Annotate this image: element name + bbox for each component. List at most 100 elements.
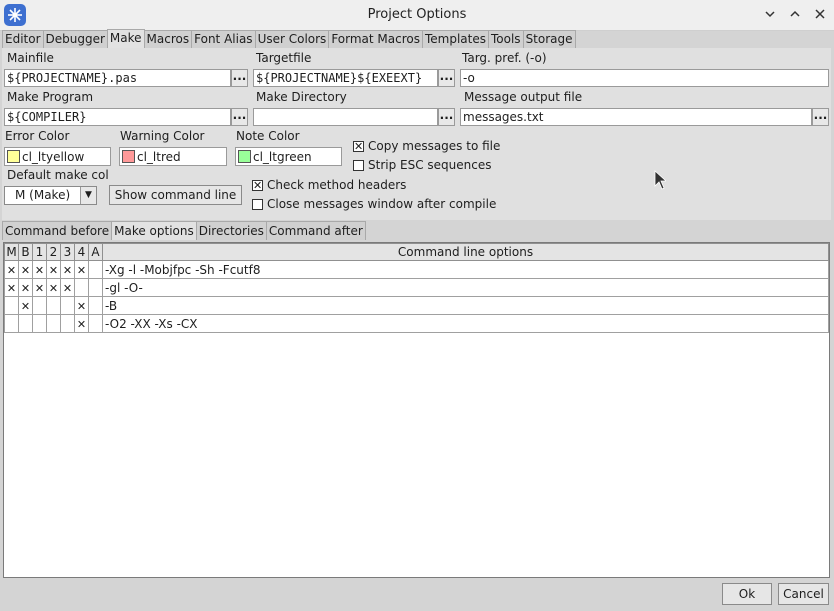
table-row[interactable]: ✕ ✕ ✕ ✕ ✕ ✕ -Xg -l -Mobjfpc -Sh -Fcutf8 [4,260,829,279]
flag-cell[interactable]: ✕ [60,278,75,297]
targetfile-field[interactable]: ${PROJECTNAME}${EXEEXT} [253,69,438,87]
tab-tools[interactable]: Tools [488,30,524,48]
checkbox-unchecked-icon [353,159,364,171]
column-header-command-line-options[interactable]: Command line options [102,243,829,261]
flag-cell[interactable]: ✕ [32,278,47,297]
flag-cell[interactable]: ✕ [60,260,75,279]
close-messages-checkbox[interactable]: Close messages window after compile [252,197,496,211]
command-options-cell[interactable]: -Xg -l -Mobjfpc -Sh -Fcutf8 [102,260,829,279]
copy-messages-checkbox[interactable]: ✕ Copy messages to file [353,139,500,153]
flag-cell[interactable]: ✕ [4,278,19,297]
flag-cell[interactable]: ✕ [18,296,33,315]
main-tabs: Editor Debugger Make Macros Font Alias U… [2,29,576,49]
column-header-b[interactable]: B [18,243,33,261]
flag-cell[interactable]: ✕ [46,278,61,297]
command-options-cell[interactable]: -O2 -XX -Xs -CX [102,314,829,333]
checkbox-unchecked-icon [252,198,263,210]
column-header-1[interactable]: 1 [32,243,47,261]
flag-cell[interactable]: ✕ [74,296,89,315]
warning-color-swatch [122,150,135,163]
flag-cell[interactable] [46,314,61,333]
cancel-button[interactable]: Cancel [778,583,829,605]
tab-storage[interactable]: Storage [522,30,576,48]
targ-pref-field[interactable]: -o [460,69,829,87]
flag-cell[interactable] [4,296,19,315]
flag-cell[interactable] [88,260,103,279]
maximize-icon[interactable] [785,5,805,25]
default-make-label: Default make col [7,168,109,182]
mainfile-field[interactable]: ${PROJECTNAME}.pas [4,69,231,87]
tab-format-macros[interactable]: Format Macros [328,30,423,48]
flag-cell[interactable] [4,314,19,333]
command-options-cell[interactable]: -B [102,296,829,315]
flag-cell[interactable] [32,296,47,315]
command-options-cell[interactable]: -gl -O- [102,278,829,297]
tab-macros[interactable]: Macros [143,30,193,48]
flag-mark: ✕ [20,299,31,313]
mainfile-browse-button[interactable]: ... [231,69,248,87]
column-header-3[interactable]: 3 [60,243,75,261]
ok-button[interactable]: Ok [722,583,772,605]
flag-mark: ✕ [34,281,45,295]
make-directory-label: Make Directory [256,90,347,104]
targetfile-browse-button[interactable]: ... [438,69,455,87]
chevron-down-icon: ▼ [80,187,96,204]
table-row[interactable]: ✕ ✕ ✕ ✕ ✕ -gl -O- [4,278,829,297]
flag-cell[interactable] [18,314,33,333]
flag-cell[interactable] [60,296,75,315]
flag-cell[interactable]: ✕ [74,260,89,279]
warning-color-select[interactable]: cl_ltred [119,147,227,166]
flag-mark: ✕ [34,263,45,277]
column-header-2[interactable]: 2 [46,243,61,261]
message-output-browse-button[interactable]: ... [812,108,829,126]
flag-cell[interactable]: ✕ [32,260,47,279]
make-options-grid[interactable]: M B 1 2 3 4 A Command line options ✕ ✕ ✕ ✕ ✕… [3,242,830,578]
tab-directories[interactable]: Directories [195,221,267,240]
flag-mark: ✕ [48,263,59,277]
table-row[interactable]: ✕ ✕ -B [4,296,829,315]
tab-user-colors[interactable]: User Colors [254,30,330,48]
flag-cell[interactable]: ✕ [74,314,89,333]
error-color-select[interactable]: cl_ltyellow [4,147,111,166]
minimize-icon[interactable] [760,5,780,25]
tab-make[interactable]: Make [106,29,145,49]
flag-cell[interactable] [88,296,103,315]
flag-cell[interactable]: ✕ [46,260,61,279]
tab-command-after[interactable]: Command after [265,221,366,240]
default-make-value: M (Make) [15,188,71,202]
make-directory-browse-button[interactable]: ... [438,108,455,126]
show-command-line-button[interactable]: Show command line [109,185,242,205]
tab-templates[interactable]: Templates [421,30,489,48]
flag-cell[interactable]: ✕ [18,260,33,279]
tab-make-options[interactable]: Make options [111,221,197,240]
column-header-m[interactable]: M [4,243,19,261]
make-directory-field[interactable] [253,108,438,126]
flag-cell[interactable] [74,278,89,297]
flag-cell[interactable] [88,278,103,297]
table-row[interactable]: ✕ -O2 -XX -Xs -CX [4,314,829,333]
check-method-headers-checkbox[interactable]: ✕ Check method headers [252,178,406,192]
flag-cell[interactable] [60,314,75,333]
flag-cell[interactable]: ✕ [4,260,19,279]
button-bar [0,578,834,611]
flag-mark: ✕ [76,263,87,277]
make-program-field[interactable]: ${COMPILER} [4,108,231,126]
column-header-4[interactable]: 4 [74,243,89,261]
warning-color-value: cl_ltred [137,149,181,164]
default-make-select[interactable]: M (Make) ▼ [4,186,97,205]
column-header-a[interactable]: A [88,243,103,261]
flag-cell[interactable] [46,296,61,315]
make-program-browse-button[interactable]: ... [231,108,248,126]
flag-cell[interactable] [32,314,47,333]
tab-editor[interactable]: Editor [2,30,44,48]
error-color-label: Error Color [5,129,70,143]
close-icon[interactable] [810,5,830,25]
flag-cell[interactable]: ✕ [18,278,33,297]
strip-esc-checkbox[interactable]: Strip ESC sequences [353,158,492,172]
tab-command-before[interactable]: Command before [2,221,113,240]
tab-font-alias[interactable]: Font Alias [191,30,256,48]
note-color-select[interactable]: cl_ltgreen [235,147,342,166]
message-output-field[interactable]: messages.txt [460,108,812,126]
tab-debugger[interactable]: Debugger [42,30,108,48]
flag-cell[interactable] [88,314,103,333]
